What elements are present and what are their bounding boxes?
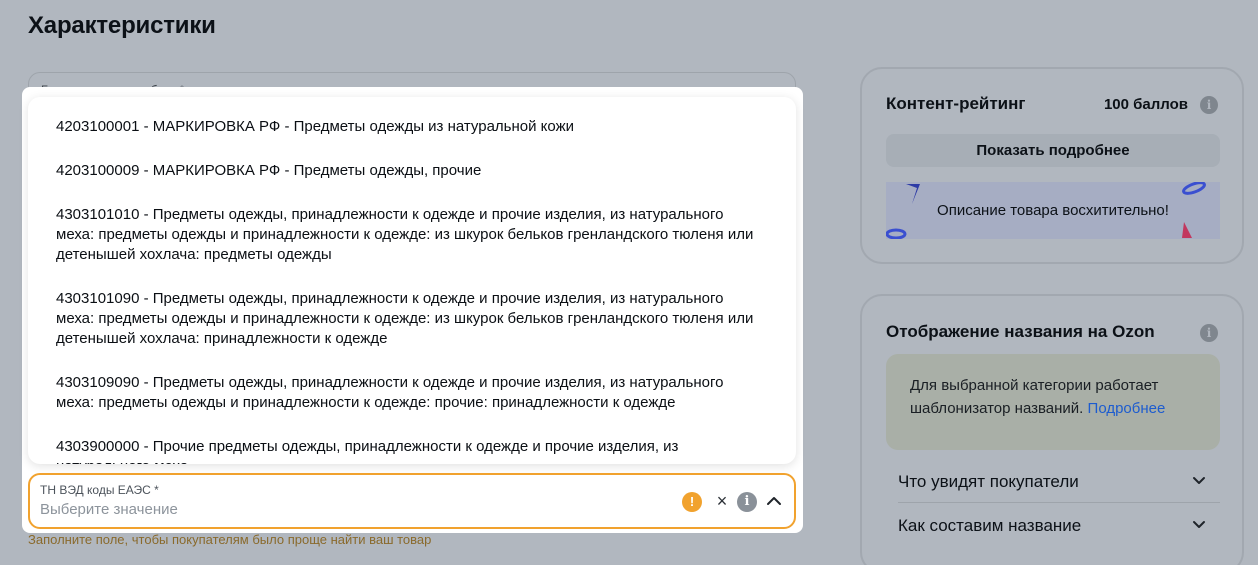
accordion-label: Как составим название — [898, 516, 1082, 535]
chevron-down-icon — [1193, 477, 1205, 484]
details-link[interactable]: Подробнее — [1088, 400, 1166, 417]
accordion-label: Что увидят покупатели — [898, 472, 1079, 491]
card-title: Контент-рейтинг — [886, 94, 1026, 113]
content-rating-card: Контент-рейтинг 100 баллов i Показать по… — [860, 67, 1244, 264]
dropdown-option[interactable]: 4303101010 - Предметы одежды, принадлежн… — [28, 205, 788, 265]
chevron-down-icon — [1193, 521, 1205, 528]
chevron-up-icon[interactable] — [766, 493, 782, 509]
template-notice-text: Для выбранной категории работает шаблони… — [910, 374, 1200, 420]
dropdown-option[interactable]: 4203100009 - МАРКИРОВКА РФ - Предметы од… — [28, 161, 788, 181]
info-icon[interactable]: i — [1200, 324, 1218, 342]
accordion-how-name-built[interactable]: Как составим название — [898, 504, 1220, 546]
info-icon[interactable]: i — [1200, 96, 1218, 114]
dropdown-option[interactable]: 4303109090 - Предметы одежды, принадлежн… — [28, 373, 788, 413]
tnved-input[interactable] — [40, 501, 640, 518]
field-hint: Заполните поле, чтобы покупателям было п… — [28, 532, 432, 547]
rating-banner: Описание товара восхитительно! — [886, 182, 1220, 239]
card-title: Отображение названия на Ozon — [886, 322, 1155, 341]
page-title: Характеристики — [28, 12, 216, 39]
close-icon[interactable]: × — [712, 491, 732, 511]
accordion-what-buyers-see[interactable]: Что увидят покупатели — [898, 460, 1220, 502]
tnved-dropdown-list[interactable]: 4203100001 - МАРКИРОВКА РФ - Предметы од… — [28, 97, 796, 464]
template-notice: Для выбранной категории работает шаблони… — [886, 354, 1220, 450]
show-more-button[interactable]: Показать подробнее — [886, 134, 1220, 167]
dropdown-option[interactable]: 4303101090 - Предметы одежды, принадлежн… — [28, 289, 788, 349]
rating-score: 100 баллов — [1103, 96, 1188, 113]
ozon-name-card: Отображение названия на Ozon i Для выбра… — [860, 294, 1244, 565]
tnved-select-field[interactable]: ТН ВЭД коды ЕАЭС * ! × i — [28, 473, 796, 529]
dropdown-option[interactable]: 4203100001 - МАРКИРОВКА РФ - Предметы од… — [28, 117, 788, 137]
info-icon[interactable]: i — [737, 492, 757, 512]
tnved-field-label: ТН ВЭД коды ЕАЭС * — [40, 483, 159, 497]
divider — [898, 502, 1220, 503]
dropdown-option[interactable]: 4303900000 - Прочие предметы одежды, при… — [28, 437, 788, 464]
exclamation-icon: ! — [682, 492, 702, 512]
banner-text: Описание товара восхитительно! — [937, 202, 1169, 219]
